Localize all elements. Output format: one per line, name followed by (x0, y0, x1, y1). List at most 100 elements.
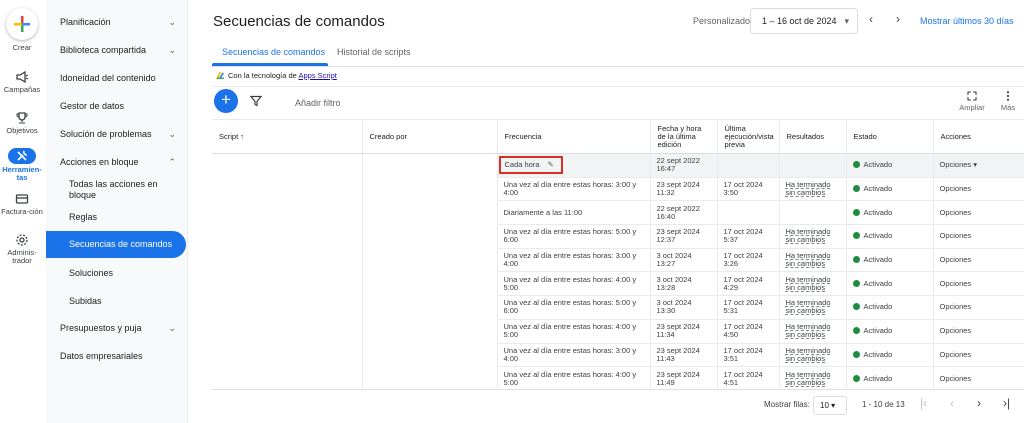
create-button[interactable] (6, 8, 38, 40)
edited-cell: 22 sept 2022 16:40 (650, 200, 718, 226)
frequency-edit-highlight[interactable]: Cada hora ✎ (498, 156, 563, 175)
table-row[interactable]: Una vez al día entre estas horas: 4:00 y… (212, 271, 1024, 297)
credit-card-icon (15, 194, 29, 204)
status-cell: Activado (846, 295, 934, 320)
actions-cell[interactable]: Opciones (933, 177, 1024, 202)
status-cell: Activado (846, 248, 934, 273)
nav-item-uploads[interactable]: Subidas (46, 296, 186, 307)
rail-item-goals[interactable]: Objetivos (0, 111, 44, 135)
first-page-icon[interactable]: |‹ (920, 396, 927, 410)
last-page-icon[interactable]: ›| (1003, 396, 1010, 410)
rows-per-page-select[interactable]: 10 ▾ (813, 396, 847, 415)
status-cell: Activado (846, 224, 934, 249)
rail-item-admin[interactable]: Adminis-trador (0, 233, 44, 265)
nav-item-shared-library[interactable]: Biblioteca compartida ⌄ (46, 45, 186, 56)
show-last-30-days-link[interactable]: Mostrar últimos 30 días (920, 16, 1014, 26)
actions-cell[interactable]: Opciones (933, 224, 1024, 249)
nav-item-business-data[interactable]: Datos empresariales (46, 351, 186, 362)
actions-cell[interactable]: Opciones (933, 319, 1024, 344)
frequency-cell[interactable]: Cada hora ✎ (497, 153, 651, 178)
frequency-cell[interactable]: Diariamente a las 11:00 (497, 200, 651, 226)
filter-icon[interactable] (250, 95, 262, 107)
col-header-last-edited[interactable]: Fecha y hora de la última edición (650, 119, 718, 154)
status-dot-icon (852, 374, 860, 382)
table-row[interactable]: Una vez al día entre estas horas: 3:00 y… (212, 177, 1024, 202)
nav-item-content-suitability[interactable]: Idoneidad del contenido (46, 73, 186, 84)
edited-cell: 3 oct 2024 13:30 (650, 295, 718, 320)
table-row[interactable]: Una vez al día entre estas horas: 5:00 y… (212, 224, 1024, 249)
status-dot-icon (852, 279, 860, 287)
previous-period-icon[interactable]: ‹ (869, 12, 873, 26)
frequency-cell[interactable]: Una vez al día entre estas horas: 3:00 y… (497, 248, 651, 273)
tab-scripts[interactable]: Secuencias de comandos (222, 47, 325, 57)
edited-cell: 3 oct 2024 13:28 (650, 271, 718, 297)
col-header-created-by[interactable]: Creado por (362, 119, 498, 154)
nav-item-all-bulk-actions[interactable]: Todas las acciones en bloque (46, 179, 176, 201)
date-range-value: 1 – 16 oct de 2024 (762, 16, 837, 26)
frequency-cell[interactable]: Una vez al día entre estas horas: 4:00 y… (497, 366, 651, 391)
actions-cell[interactable]: Opciones (933, 248, 1024, 273)
col-header-results[interactable]: Resultados (779, 119, 847, 154)
rail-item-billing[interactable]: Factura-ción (0, 192, 44, 216)
pencil-icon[interactable]: ✎ (548, 160, 554, 169)
frequency-cell[interactable]: Una vez al día entre estas horas: 3:00 y… (497, 177, 651, 202)
apps-script-icon (216, 71, 225, 80)
add-filter-button[interactable]: Añadir filtro (295, 98, 341, 108)
frequency-cell[interactable]: Una vez al día entre estas horas: 5:00 y… (497, 224, 651, 249)
col-header-frequency[interactable]: Frecuencia (497, 119, 651, 154)
table-row[interactable]: Diariamente a las 11:00 22 sept 2022 16:… (212, 200, 1024, 226)
result-cell: Ha terminado sin cambios (779, 177, 847, 202)
table-row[interactable]: Una vez al día entre estas horas: 4:00 y… (212, 319, 1024, 344)
date-range-picker[interactable]: 1 – 16 oct de 2024 ▾ (750, 8, 858, 34)
nav-item-scripts[interactable]: Secuencias de comandos (46, 231, 186, 258)
nav-item-data-manager[interactable]: Gestor de datos (46, 101, 186, 112)
add-script-button[interactable]: + (214, 89, 238, 113)
col-header-last-run[interactable]: Última ejecución/vista previa (717, 119, 780, 154)
script-cell (212, 200, 363, 225)
actions-cell[interactable]: Opciones ▾ (933, 153, 1024, 178)
actions-cell[interactable]: Opciones (933, 271, 1024, 297)
table-row[interactable]: Una vez al día entre estas horas: 3:00 y… (212, 248, 1024, 273)
frequency-cell[interactable]: Una vez al día entre estas horas: 5:00 y… (497, 295, 651, 320)
actions-cell[interactable]: Opciones (933, 295, 1024, 320)
nav-item-budgets-bids[interactable]: Presupuestos y puja ⌄ (46, 323, 186, 334)
col-header-script[interactable]: Script ↑ (212, 119, 363, 154)
status-dot-icon (852, 232, 860, 240)
actions-cell[interactable]: Opciones (933, 343, 1024, 368)
edited-cell: 3 oct 2024 13:27 (650, 248, 718, 273)
nav-item-troubleshooting[interactable]: Solución de problemas ⌄ (46, 129, 186, 140)
table-row[interactable]: Una vez al día entre estas horas: 5:00 y… (212, 295, 1024, 320)
nav-item-solutions[interactable]: Soluciones (46, 268, 186, 279)
previous-page-icon[interactable]: ‹ (950, 396, 954, 410)
expand-button[interactable]: Ampliar (957, 91, 987, 112)
tab-script-history[interactable]: Historial de scripts (337, 47, 411, 57)
rail-item-campaigns[interactable]: Campañas (0, 70, 44, 94)
frequency-cell[interactable]: Una vez al día entre estas horas: 4:00 y… (497, 319, 651, 344)
frequency-cell[interactable]: Una vez al día entre estas horas: 3:00 y… (497, 343, 651, 368)
nav-item-rules[interactable]: Reglas (46, 212, 186, 223)
next-page-icon[interactable]: › (977, 396, 981, 410)
result-cell: Ha terminado sin cambios (779, 343, 847, 368)
chevron-down-icon: ⌄ (168, 17, 176, 27)
actions-cell[interactable]: Opciones (933, 200, 1024, 226)
rail-item-tools[interactable]: Herramien-tas (0, 148, 44, 182)
col-header-actions[interactable]: Acciones (933, 119, 1024, 154)
last-run-cell: 17 oct 2024 5:37 (717, 224, 780, 249)
apps-script-link[interactable]: Apps Script (298, 71, 336, 80)
script-cell (212, 366, 363, 391)
more-button[interactable]: Más (998, 91, 1018, 112)
nav-item-planning[interactable]: Planificación ⌄ (46, 17, 186, 28)
table-row[interactable]: Una vez al día entre estas horas: 3:00 y… (212, 343, 1024, 368)
next-period-icon[interactable]: › (896, 12, 900, 26)
nav-item-bulk-actions[interactable]: Acciones en bloque ⌃ (46, 157, 186, 168)
script-cell (212, 295, 363, 320)
frequency-cell[interactable]: Una vez al día entre estas horas: 4:00 y… (497, 271, 651, 297)
col-header-status[interactable]: Estado (846, 119, 934, 154)
last-run-cell (717, 153, 780, 178)
status-cell: Activado (846, 343, 934, 368)
created-by-cell (362, 153, 498, 178)
table-row[interactable]: Cada hora ✎ 22 sept 2022 16:47 Activado O… (212, 153, 1024, 178)
result-cell: Ha terminado sin cambios (779, 271, 847, 297)
table-row[interactable]: Una vez al día entre estas horas: 4:00 y… (212, 366, 1024, 391)
actions-cell[interactable]: Opciones (933, 366, 1024, 391)
